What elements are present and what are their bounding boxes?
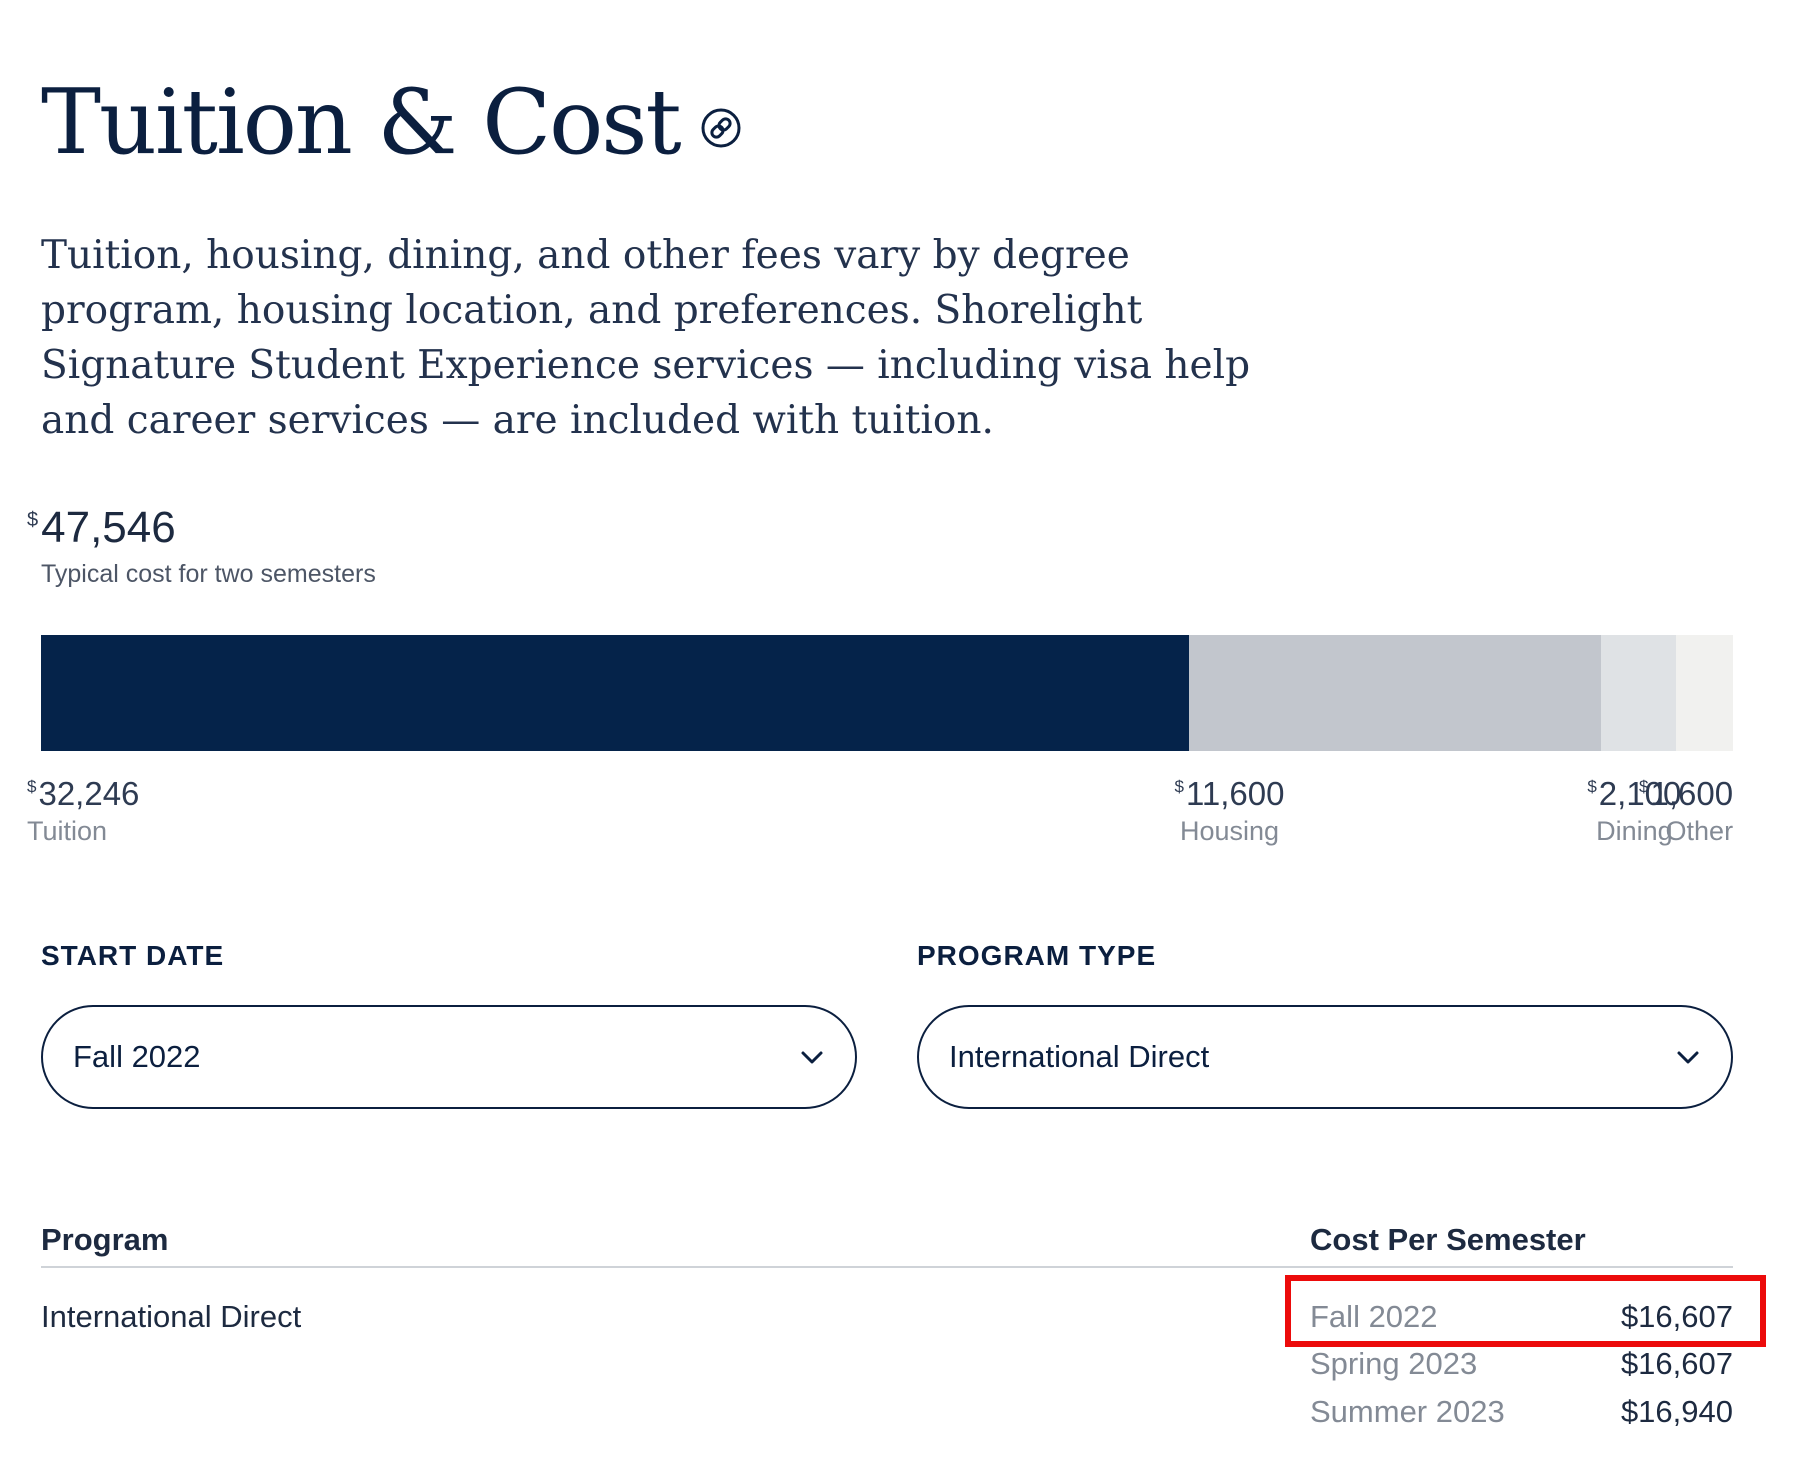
- term-label: Summer 2023: [1310, 1394, 1505, 1429]
- link-icon[interactable]: [700, 107, 742, 149]
- chevron-down-icon: [799, 1044, 825, 1070]
- total-value: 47,546: [41, 503, 176, 552]
- segment-amount: $32,246: [27, 775, 140, 812]
- start-date-label: START DATE: [41, 940, 225, 971]
- segment-amount: $1,600: [1639, 775, 1734, 812]
- table-row: Summer 2023 $16,940: [1310, 1394, 1733, 1430]
- page-title: Tuition & Cost: [41, 70, 682, 175]
- program-type-value: International Direct: [949, 1039, 1210, 1074]
- start-date-value: Fall 2022: [73, 1039, 201, 1074]
- program-type-label: PROGRAM TYPE: [917, 940, 1157, 971]
- term-label: Spring 2023: [1310, 1346, 1478, 1381]
- segment-label-tuition: $32,246 Tuition: [27, 775, 140, 847]
- bar-segment-other: [1676, 635, 1733, 751]
- segment-value: 1,600: [1650, 775, 1734, 812]
- cost-column-header: Cost Per Semester: [1310, 1222, 1586, 1257]
- table-row: Spring 2023 $16,607: [1310, 1346, 1733, 1382]
- table-header: Program Cost Per Semester: [41, 1222, 1733, 1268]
- total-caption: Typical cost for two semesters: [41, 560, 376, 588]
- program-name: International Direct: [41, 1299, 302, 1334]
- total-cost: $ 47,546: [27, 503, 176, 552]
- term-price: $16,607: [1620, 1346, 1733, 1381]
- segment-name: Tuition: [27, 816, 108, 847]
- segment-label-housing: $11,600 Housing: [1174, 775, 1285, 847]
- segment-currency: $: [1639, 777, 1649, 796]
- start-date-select[interactable]: Fall 2022: [41, 1005, 857, 1109]
- highlight-annotation: [1285, 1275, 1766, 1347]
- chevron-down-icon: [1675, 1044, 1701, 1070]
- bar-segment-dining: [1601, 635, 1677, 751]
- segment-currency: $: [27, 777, 37, 796]
- program-column-header: Program: [41, 1222, 169, 1257]
- segment-currency: $: [1174, 777, 1184, 796]
- segment-label-other: $1,600 Other: [1639, 775, 1734, 847]
- segment-amount: $11,600: [1174, 775, 1285, 812]
- bar-segment-tuition: [41, 635, 1189, 751]
- term-price: $16,940: [1620, 1394, 1733, 1429]
- title-row: Tuition & Cost: [41, 78, 742, 168]
- program-type-select[interactable]: International Direct: [917, 1005, 1733, 1109]
- bar-segment-housing: [1188, 635, 1602, 751]
- segment-value: 11,600: [1185, 775, 1285, 812]
- cost-breakdown-bar: [41, 635, 1733, 751]
- segment-name: Housing: [1179, 816, 1280, 847]
- segment-currency: $: [1587, 777, 1597, 796]
- segment-value: 32,246: [38, 775, 140, 812]
- intro-text: Tuition, housing, dining, and other fees…: [41, 233, 1251, 443]
- total-currency: $: [27, 509, 39, 531]
- segment-name: Other: [1665, 816, 1734, 847]
